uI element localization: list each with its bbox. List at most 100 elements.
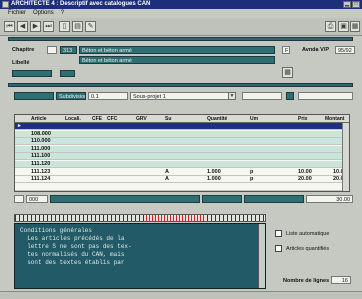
- chevron-down-icon[interactable]: ▼: [228, 92, 236, 100]
- ruler-margin-marker: [146, 215, 206, 221]
- articles-quant-checkbox[interactable]: [275, 245, 282, 252]
- calculator-icon[interactable]: ▦: [282, 67, 293, 78]
- cell-article[interactable]: 111.123: [31, 169, 50, 176]
- menu-fichier[interactable]: Fichier: [8, 9, 26, 17]
- cell-um[interactable]: p: [250, 176, 253, 183]
- minimize-icon[interactable]: ▁: [343, 1, 351, 8]
- chapitre-label: Chapitre: [12, 47, 35, 53]
- edit-icon[interactable]: ✎: [85, 21, 96, 32]
- table-scrollbar[interactable]: [342, 123, 349, 191]
- cell-article[interactable]: 111.124: [31, 176, 50, 183]
- col-cfe[interactable]: CFE: [92, 115, 102, 123]
- tool-icon[interactable]: ▦: [350, 21, 360, 32]
- summary-bar: [50, 195, 200, 203]
- col-quantite[interactable]: Quantité: [207, 115, 227, 123]
- table-row[interactable]: 108.000: [15, 130, 349, 138]
- col-montant[interactable]: Montant: [325, 115, 344, 123]
- maximize-icon[interactable]: □: [352, 1, 360, 8]
- avenda-label: Avnda V/P: [302, 47, 329, 53]
- table-header: Article Locali. CFE CFC GRV Su Quantité …: [15, 115, 349, 123]
- text-ruler[interactable]: [14, 214, 266, 222]
- table-row[interactable]: 111.000: [15, 145, 349, 153]
- first-record-icon[interactable]: ⏮: [4, 21, 15, 32]
- chapitre-field-2[interactable]: Béton et béton armé: [79, 56, 275, 64]
- libelle-code-field[interactable]: [60, 70, 75, 77]
- memo-scrollbar[interactable]: [258, 224, 265, 288]
- cell-um[interactable]: p: [250, 169, 253, 176]
- col-um[interactable]: Um: [250, 115, 258, 123]
- cell-article[interactable]: 108.000: [31, 131, 51, 138]
- cell-article[interactable]: 110.000: [31, 138, 51, 145]
- chapitre-code[interactable]: 313: [60, 46, 77, 54]
- table-row[interactable]: 111.123 A 1.000 p 10.00 10.00: [15, 169, 349, 176]
- window-controls: ▁ □: [343, 1, 360, 8]
- filter-search-field[interactable]: [298, 92, 353, 100]
- memo-text-area[interactable]: Conditions générales Les articles précéd…: [14, 223, 266, 289]
- last-record-icon[interactable]: ⏭: [43, 21, 54, 32]
- save-icon[interactable]: ▣: [338, 21, 349, 32]
- filter-tab[interactable]: [14, 92, 54, 100]
- col-locali[interactable]: Locali.: [65, 115, 81, 123]
- menu-options[interactable]: Options: [33, 9, 54, 17]
- table-row[interactable]: 110.000: [15, 138, 349, 146]
- nb-lignes-label: Nombre de lignes :: [283, 278, 333, 284]
- previous-record-icon[interactable]: ◀: [17, 21, 28, 32]
- table-row[interactable]: 111.124 A 1.000 p 20.00 20.00: [15, 176, 349, 184]
- cell-article[interactable]: 111.120: [31, 161, 50, 168]
- filter-label: Subdivision: [56, 92, 86, 100]
- row-pointer-icon: ▸: [18, 123, 21, 129]
- summary-code: 000: [26, 195, 48, 203]
- table-row[interactable]: 111.100: [15, 153, 349, 161]
- cell-prix[interactable]: 20.00: [298, 176, 312, 183]
- toolbar: ⏮ ◀ ▶ ⏭ ▯ ▤ ✎ ⎙ ▣ ▦: [0, 18, 362, 36]
- memo-line: Les articles précédés de la: [20, 235, 125, 242]
- cell-su[interactable]: A: [165, 169, 169, 176]
- memo-line: sont des textes établis par: [20, 259, 125, 266]
- cell-qty[interactable]: 1.000: [207, 169, 221, 176]
- nb-lignes-field[interactable]: 16: [331, 276, 351, 284]
- window-title: ARCHITECTE 4 : Descriptif avec catalogue…: [11, 1, 151, 7]
- memo-line: lettre S ne sont pas des tex-: [20, 243, 132, 250]
- table-row[interactable]: 111.120: [15, 161, 349, 168]
- col-cfc[interactable]: CFC: [107, 115, 117, 123]
- col-prix[interactable]: Prix: [298, 115, 307, 123]
- new-document-icon[interactable]: ▯: [59, 21, 70, 32]
- col-su[interactable]: Su: [165, 115, 171, 123]
- open-document-icon[interactable]: ▤: [72, 21, 83, 32]
- cell-qty[interactable]: 1.000: [207, 176, 221, 183]
- cell-article[interactable]: 111.100: [31, 153, 50, 160]
- cell-su[interactable]: A: [165, 176, 169, 183]
- chapitre-checkbox[interactable]: [47, 46, 57, 54]
- chapitre-field[interactable]: Béton et béton armé: [79, 46, 275, 54]
- print-icon[interactable]: ⎙: [325, 21, 336, 32]
- header-strip: [8, 37, 353, 41]
- cell-article[interactable]: 111.000: [31, 146, 50, 153]
- articles-quant-label: Articles quantifiés: [286, 246, 330, 252]
- articles-table: Article Locali. CFE CFC GRV Su Quantité …: [14, 114, 350, 192]
- cell-prix[interactable]: 10.00: [298, 169, 312, 176]
- status-bar: [0, 291, 362, 299]
- filter-extra-field[interactable]: [242, 92, 282, 100]
- memo-line: tes normalisés du CAN, mais: [20, 251, 125, 258]
- liste-auto-label: Liste automatique: [286, 231, 330, 237]
- menu-bar: Fichier Options ?: [0, 9, 362, 17]
- next-record-icon[interactable]: ▶: [30, 21, 41, 32]
- menu-help[interactable]: ?: [61, 9, 64, 17]
- liste-auto-checkbox[interactable]: [275, 230, 282, 237]
- summary-bar-2: [202, 195, 242, 203]
- filter-toggle[interactable]: [286, 92, 294, 100]
- table-row[interactable]: ▸: [15, 123, 349, 130]
- title-bar: ARCHITECTE 4 : Descriptif avec catalogue…: [0, 0, 362, 9]
- flag-field[interactable]: F: [282, 46, 290, 54]
- table-row[interactable]: [15, 184, 349, 191]
- summary-check[interactable]: [14, 195, 24, 203]
- libelle-label: Libellé: [12, 60, 30, 66]
- libelle-field[interactable]: [12, 70, 52, 77]
- avenda-field[interactable]: 95/92: [335, 46, 355, 54]
- filter-dropdown[interactable]: Sous-projet 1: [130, 92, 234, 100]
- app-icon[interactable]: [2, 1, 9, 8]
- col-article[interactable]: Article: [31, 115, 47, 123]
- memo-line: Conditions générales: [20, 227, 93, 234]
- filter-code[interactable]: 0.1: [88, 92, 128, 100]
- col-grv[interactable]: GRV: [136, 115, 147, 123]
